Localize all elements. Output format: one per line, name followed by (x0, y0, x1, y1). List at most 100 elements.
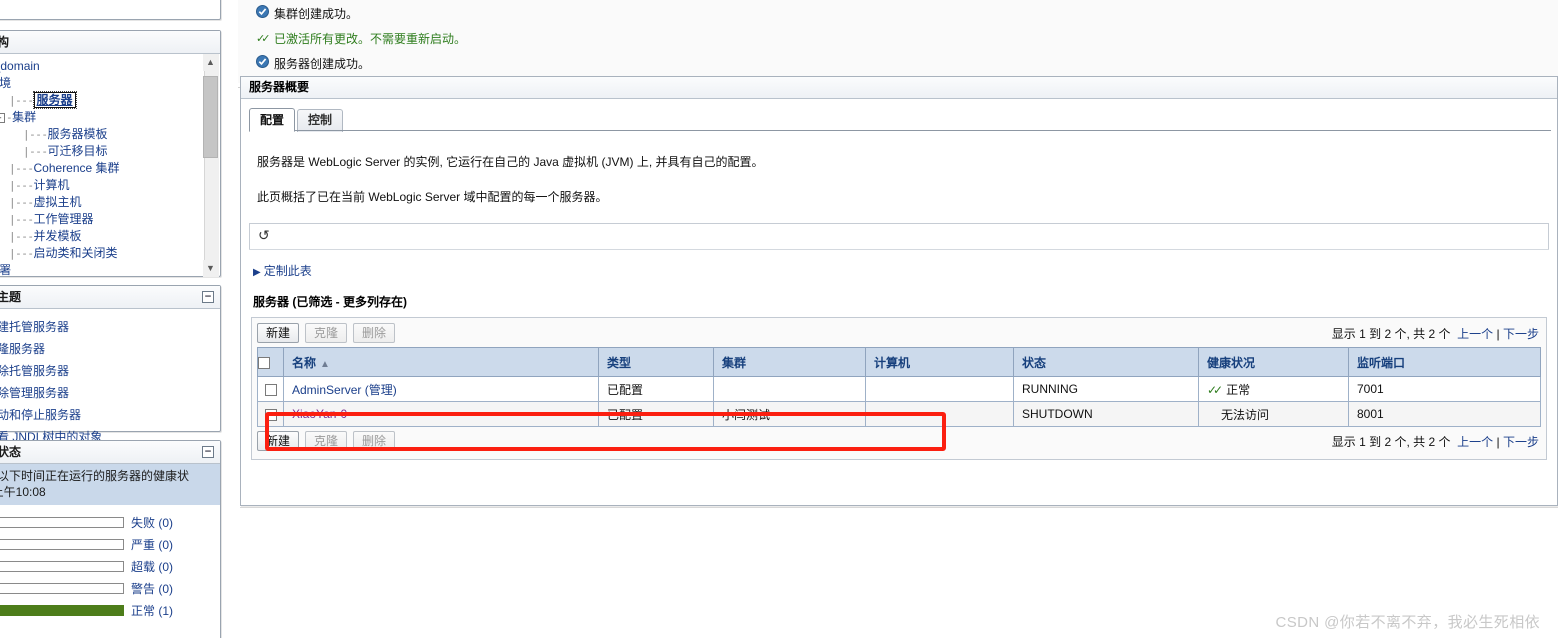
tree-connector: |--- (9, 179, 34, 192)
table-header-row: 名称 ▲ 类型 集群 计算机 状态 健康状况 监听端口 (257, 347, 1541, 377)
system-status-note-line1: 至以下时间正在运行的服务器的健康状 (0, 469, 190, 483)
tree-node-0[interactable]: se_domain (0, 58, 220, 75)
tree-node-1[interactable]: -环境 (0, 75, 220, 92)
tree-item-label[interactable]: 集群 (12, 110, 36, 124)
health-state-link-3[interactable]: 警告 (131, 582, 155, 596)
system-status-note: 至以下时间正在运行的服务器的健康状 : 上午10:08 (0, 464, 220, 505)
tree-item-label[interactable]: Coherence 集群 (34, 161, 120, 175)
row-checkbox[interactable] (264, 408, 277, 421)
tree-expander-icon[interactable]: - (0, 112, 5, 123)
triangle-right-icon[interactable]: ▶ (253, 267, 261, 278)
tree-item-label[interactable]: 计算机 (34, 178, 70, 192)
tree-node-4[interactable]: |---服务器模板 (0, 126, 220, 143)
tree-node-10[interactable]: |---并发模板 (0, 228, 220, 245)
server-name-link[interactable]: AdminServer (管理) (292, 383, 397, 397)
help-topics-list: 创建托管服务器克隆服务器删除托管服务器删除管理服务器启动和停止服务器查看 JND… (0, 309, 220, 452)
column-header-6[interactable]: 监听端口 (1348, 347, 1541, 377)
tree-node-11[interactable]: |---启动类和关闭类 (0, 245, 220, 262)
help-topic-item[interactable]: 启动和停止服务器 (0, 404, 214, 426)
health-state-link-2[interactable]: 超载 (131, 560, 155, 574)
health-state-link-4[interactable]: 正常 (131, 604, 155, 618)
tree-item-label[interactable]: 并发模板 (34, 229, 82, 243)
pager-top: 显示 1 到 2 个, 共 2 个 上一个 | 下一步 (1332, 325, 1539, 342)
table-row[interactable]: AdminServer (管理) 已配置 RUNNING ✓✓ 正常 7001 (257, 376, 1541, 402)
refresh-icon[interactable]: ↺ (258, 228, 270, 244)
triangle-up-icon[interactable]: ▲ (203, 54, 218, 71)
tree-item-label[interactable]: 服务器 (32, 91, 77, 109)
tab-control[interactable]: 控制 (297, 109, 344, 132)
page-body: 服务器是 WebLogic Server 的实例, 它运行在自己的 Java 虚… (241, 131, 1557, 205)
tree-node-12[interactable]: -部署 (0, 262, 220, 277)
pager-bottom-next[interactable]: 下一步 (1503, 435, 1539, 449)
page-title: 服务器概要 (241, 77, 1557, 99)
tree-scrollbar-thumb[interactable] (203, 76, 218, 158)
tree-node-9[interactable]: |---工作管理器 (0, 211, 220, 228)
row-checkbox[interactable] (264, 383, 277, 396)
tree-node-8[interactable]: |---虚拟主机 (0, 194, 220, 211)
tree-node-7[interactable]: |---计算机 (0, 177, 220, 194)
help-topic-item[interactable]: 删除管理服务器 (0, 382, 214, 404)
pager-top-next[interactable]: 下一步 (1503, 327, 1539, 341)
health-bar-cell (0, 604, 124, 616)
table-toolbar-top: 新建 克隆 删除 显示 1 到 2 个, 共 2 个 上一个 | 下一步 (257, 323, 1541, 347)
minus-icon[interactable]: − (202, 291, 214, 303)
cell-name[interactable]: AdminServer (管理) (283, 376, 599, 402)
triangle-down-icon[interactable]: ▼ (203, 260, 218, 277)
cell-port: 7001 (1348, 376, 1541, 402)
tree-item-label[interactable]: 启动类和关闭类 (34, 246, 118, 260)
select-all-header[interactable] (257, 347, 284, 377)
tree-node-3[interactable]: --集群 (0, 109, 220, 126)
health-state-link-1[interactable]: 严重 (131, 538, 155, 552)
system-status-note-line2: : 上午10:08 (0, 485, 46, 499)
message-item: 服务器创建成功。 (238, 52, 1558, 77)
health-bar (0, 560, 124, 572)
tree-item-label[interactable]: 工作管理器 (34, 212, 94, 226)
tree-item-label[interactable]: 部署 (0, 263, 11, 277)
health-state-count: (0) (155, 515, 174, 530)
help-topic-link-2[interactable]: 删除托管服务器 (0, 364, 69, 378)
tree-item-label[interactable]: 可迁移目标 (48, 144, 108, 158)
tree-node-2[interactable]: |--- 服务器 (0, 91, 220, 109)
tree-item-label[interactable]: 虚拟主机 (34, 195, 82, 209)
column-header-1[interactable]: 类型 (598, 347, 714, 377)
tree-node-5[interactable]: |---可迁移目标 (0, 143, 220, 160)
column-header-4[interactable]: 状态 (1013, 347, 1199, 377)
column-header-2[interactable]: 集群 (713, 347, 866, 377)
message-text-0: 集群创建成功。 (274, 7, 359, 21)
column-header-3[interactable]: 计算机 (865, 347, 1014, 377)
tree-node-6[interactable]: |---Coherence 集群 (0, 160, 220, 177)
pager-bottom-prev[interactable]: 上一个 (1457, 435, 1493, 449)
table-row[interactable]: XiaoYan-0 已配置 小闫测试 SHUTDOWN 无法访问 8001 (257, 401, 1541, 427)
tree-scrollbar[interactable]: ▲ ▼ (203, 54, 219, 277)
help-topic-item[interactable]: 删除托管服务器 (0, 360, 214, 382)
health-state-link-0[interactable]: 失败 (131, 516, 155, 530)
row-select-cell[interactable] (257, 401, 284, 427)
cell-name[interactable]: XiaoYan-0 (283, 401, 599, 427)
domain-structure-tree[interactable]: se_domain-环境|---服务器--集群|---服务器模板|---可迁移目… (0, 54, 220, 277)
cell-type: 已配置 (598, 401, 714, 427)
table-caption: 服务器 (已筛选 - 更多列存在) (253, 295, 407, 309)
help-topic-link-4[interactable]: 启动和停止服务器 (0, 408, 81, 422)
customize-table-link[interactable]: 定制此表 (264, 264, 312, 278)
tree-item-label[interactable]: 环境 (0, 76, 11, 90)
table-bottom-button-0[interactable]: 新建 (257, 431, 300, 451)
help-topic-item[interactable]: 克隆服务器 (0, 338, 214, 360)
pager-top-prev[interactable]: 上一个 (1457, 327, 1493, 341)
tab-configuration[interactable]: 配置 (249, 108, 296, 132)
tree-item-label[interactable]: se_domain (0, 59, 40, 73)
help-topic-link-0[interactable]: 创建托管服务器 (0, 320, 69, 334)
health-state-label: 严重 (0) (124, 536, 173, 553)
help-topic-link-1[interactable]: 克隆服务器 (0, 342, 45, 356)
select-all-checkbox[interactable] (258, 356, 270, 369)
column-header-5[interactable]: 健康状况 (1198, 347, 1349, 377)
tree-item-label[interactable]: 服务器模板 (48, 127, 108, 141)
help-topics-title: 助主题 − (0, 286, 220, 309)
server-name-link[interactable]: XiaoYan-0 (292, 407, 347, 421)
table-top-button-0[interactable]: 新建 (257, 323, 300, 343)
sort-asc-icon[interactable]: ▲ (320, 359, 330, 370)
help-topic-item[interactable]: 创建托管服务器 (0, 316, 214, 338)
minus-icon[interactable]: − (202, 446, 214, 458)
help-topic-link-3[interactable]: 删除管理服务器 (0, 386, 69, 400)
row-select-cell[interactable] (257, 376, 284, 402)
column-header-0[interactable]: 名称 ▲ (283, 347, 599, 377)
